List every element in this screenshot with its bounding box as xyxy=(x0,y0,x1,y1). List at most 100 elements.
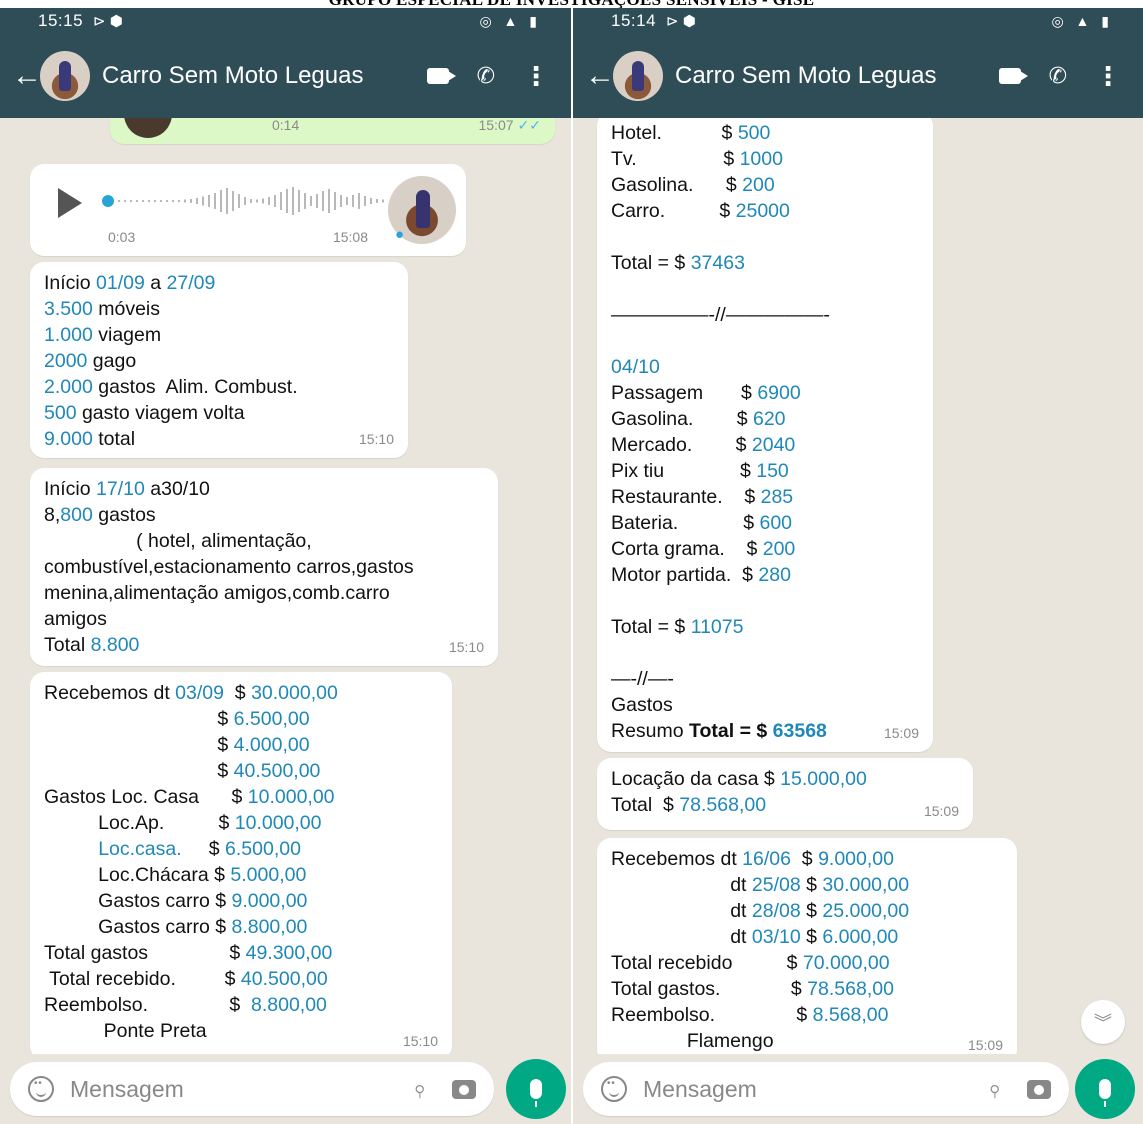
phone-call-icon[interactable]: ✆ xyxy=(1049,63,1067,89)
message-text: dt xyxy=(611,926,752,948)
chevron-double-down-icon[interactable]: ︾ xyxy=(1081,1000,1125,1044)
message-line: Reembolso. $ 8.800,00 xyxy=(44,992,438,1018)
message-line xyxy=(611,328,919,354)
camera-icon[interactable] xyxy=(452,1079,476,1099)
more-vert-icon[interactable]: ⋮ xyxy=(523,63,549,89)
text-message[interactable]: Início 17/10 a30/10 8,800 gastos ( hotel,… xyxy=(30,468,498,666)
audio-duration: 0:14 xyxy=(272,118,300,133)
message-text: Tv. $ xyxy=(611,148,740,170)
highlighted-value: 37463 xyxy=(690,252,745,274)
sender-avatar xyxy=(124,118,172,138)
message-input[interactable] xyxy=(643,1075,913,1103)
waveform-bar xyxy=(166,200,168,202)
message-time: 15:10 xyxy=(448,639,484,655)
message-line: 2.000 gastos Alim. Combust. xyxy=(44,374,394,400)
message-text: Total gastos $ xyxy=(44,942,246,964)
camera-icon[interactable] xyxy=(1027,1079,1051,1099)
message-line xyxy=(611,640,919,666)
message-text: $ xyxy=(800,874,823,896)
text-message[interactable]: Recebemos dt 03/09 $ 30.000,00 $ 6.500,0… xyxy=(30,672,452,1054)
message-line: dt 25/08 $ 30.000,00 xyxy=(611,872,1003,898)
waveform-bar xyxy=(370,198,372,204)
back-arrow-icon[interactable]: ← xyxy=(12,59,42,93)
text-message[interactable]: Locação da casa $ 15.000,00 Total $ 78.56… xyxy=(597,758,973,830)
highlighted-value: 200 xyxy=(742,174,775,196)
chat-header: ← Carro Sem Moto Leguas ✆ ⋮ xyxy=(573,34,1143,118)
message-input[interactable] xyxy=(70,1075,340,1103)
message-line: —-//—- xyxy=(611,666,919,692)
chat-title[interactable]: Carro Sem Moto Leguas xyxy=(102,62,363,90)
chat-header: ← Carro Sem Moto Leguas ✆ ⋮ xyxy=(0,34,571,118)
message-line: Total 8.800 xyxy=(44,632,484,658)
message-line xyxy=(611,276,919,302)
message-input-pill[interactable]: ⌕ xyxy=(583,1062,1069,1116)
message-text: viagem xyxy=(92,324,162,346)
video-call-icon[interactable] xyxy=(998,68,1028,84)
waveform-bar xyxy=(232,191,234,211)
message-line: Gasolina. $ 620 xyxy=(611,406,919,432)
message-list[interactable]: Hotel. $ 500 Tv. $ 1000 Gasolina. $ 200 Car… xyxy=(573,118,1143,1054)
emoji-icon[interactable] xyxy=(601,1076,627,1102)
waveform-bar xyxy=(256,199,258,203)
message-text: Recebemos dt xyxy=(44,682,176,704)
waveform-bar xyxy=(160,200,162,202)
message-input-pill[interactable]: ⌕ xyxy=(10,1062,494,1116)
message-text: Corta grama. $ xyxy=(611,538,763,560)
message-line: dt 03/10 $ 6.000,00 xyxy=(611,924,1003,950)
emoji-icon[interactable] xyxy=(28,1076,54,1102)
message-text: $ xyxy=(44,734,234,756)
message-text: Início xyxy=(44,478,97,500)
waveform-bar xyxy=(130,200,132,202)
text-message[interactable]: Início 01/09 a 27/09 3.500 móveis 1.000 vi… xyxy=(30,262,408,458)
waveform[interactable] xyxy=(100,184,400,218)
audio-message-outgoing[interactable]: ● 0:14 15:07✓✓ xyxy=(110,118,555,144)
highlighted-value: 28/08 xyxy=(751,900,801,922)
waveform-bar xyxy=(364,196,366,206)
message-line: Restaurante. $ 285 xyxy=(611,484,919,510)
attach-icon[interactable]: ⌕ xyxy=(980,1074,1009,1103)
message-text: Recebemos dt xyxy=(611,848,743,870)
message-line: Flamengo xyxy=(611,1028,1003,1054)
message-line: Locação da casa $ 15.000,00 xyxy=(611,766,959,792)
highlighted-value: 6.500,00 xyxy=(233,708,310,730)
screenshot-left: 15:15 ⊳ ⬢ ◎ ▲ ▮ ← Carro Sem Moto Leguas … xyxy=(0,8,571,1124)
status-bar: 15:15 ⊳ ⬢ ◎ ▲ ▮ xyxy=(0,8,571,34)
message-line: 9.000 total xyxy=(44,426,394,452)
message-line: Hotel. $ 500 xyxy=(611,120,919,146)
chat-title[interactable]: Carro Sem Moto Leguas xyxy=(675,62,936,90)
message-text: Total xyxy=(689,720,735,742)
play-icon[interactable] xyxy=(58,188,82,218)
audio-message-incoming[interactable]: 0:03 15:08 ● xyxy=(30,164,466,256)
waveform-bar xyxy=(238,194,240,208)
highlighted-value: 63568 xyxy=(772,720,827,742)
voice-record-button[interactable] xyxy=(506,1059,566,1119)
message-text xyxy=(611,226,616,248)
message-line: $ 40.500,00 xyxy=(44,758,438,784)
text-message[interactable]: Recebemos dt 16/06 $ 9.000,00 dt 25/08 $… xyxy=(597,838,1017,1054)
highlighted-value: 1000 xyxy=(739,148,783,170)
voice-record-button[interactable] xyxy=(1075,1059,1135,1119)
waveform-bar xyxy=(172,200,174,202)
status-notification-icons: ⊳ ⬢ xyxy=(93,13,123,30)
attach-icon[interactable]: ⌕ xyxy=(405,1074,434,1103)
highlighted-value: 6.000,00 xyxy=(822,926,899,948)
message-list[interactable]: ● 0:14 15:07✓✓ 0:03 15:08 ● Início 01/09… xyxy=(0,118,571,1054)
group-avatar[interactable] xyxy=(40,51,90,101)
waveform-bar xyxy=(262,198,264,204)
group-avatar[interactable] xyxy=(613,51,663,101)
text-message[interactable]: Hotel. $ 500 Tv. $ 1000 Gasolina. $ 200 Car… xyxy=(597,118,933,752)
highlighted-value: 2040 xyxy=(751,434,796,456)
phone-call-icon[interactable]: ✆ xyxy=(477,63,495,89)
message-text: $ xyxy=(800,900,823,922)
waveform-bar xyxy=(154,200,156,202)
highlighted-value: 04/10 xyxy=(611,356,660,378)
message-line: Loc.Chácara $ 5.000,00 xyxy=(44,862,438,888)
message-text: Resumo xyxy=(611,720,690,742)
video-call-icon[interactable] xyxy=(426,68,456,84)
message-line: 8,800 gastos xyxy=(44,502,484,528)
more-vert-icon[interactable]: ⋮ xyxy=(1095,63,1121,89)
back-arrow-icon[interactable]: ← xyxy=(585,59,615,93)
message-line: Gasolina. $ 200 xyxy=(611,172,919,198)
message-text: Reembolso. $ xyxy=(44,994,251,1016)
highlighted-value: 78.568,00 xyxy=(679,794,767,816)
